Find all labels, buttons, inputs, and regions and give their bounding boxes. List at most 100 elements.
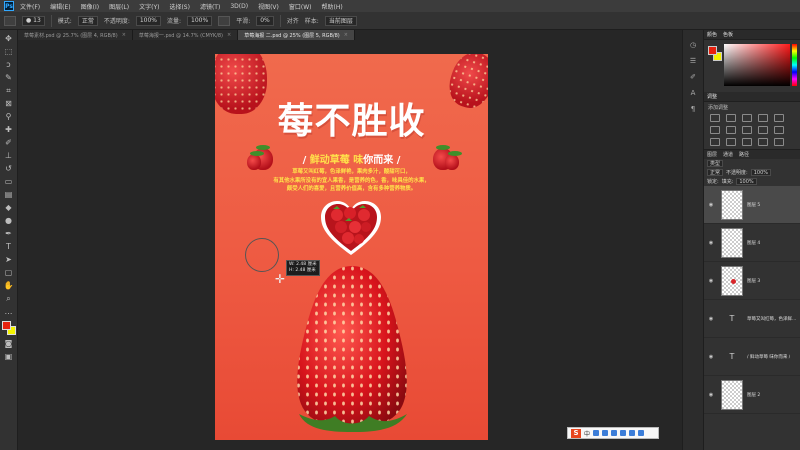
brush-tool-icon[interactable]: ✐	[4, 138, 14, 148]
mode-select[interactable]: 正常	[77, 15, 98, 26]
menu-select[interactable]: 选择(S)	[169, 2, 190, 11]
tab-document-3[interactable]: 草莓海报 二.psd @ 25% (图层 5, RGB/8) ×	[238, 30, 355, 40]
layer-opacity-input[interactable]: 100%	[750, 169, 771, 176]
visibility-eye-icon[interactable]: ◉	[707, 354, 715, 360]
layer-name[interactable]: 图层 4	[747, 240, 760, 246]
menu-filter[interactable]: 滤镜(T)	[200, 2, 220, 11]
menu-3d[interactable]: 3D(D)	[230, 3, 248, 10]
panel-foreground-swatch[interactable]	[708, 46, 717, 55]
flow-input[interactable]: 100%	[187, 15, 213, 26]
color-swatches[interactable]	[1, 321, 16, 335]
smoothing-input[interactable]: 0%	[256, 15, 274, 26]
paragraph-panel-icon[interactable]: ¶	[688, 104, 698, 114]
type-tool-icon[interactable]: T	[4, 242, 14, 252]
close-icon[interactable]: ×	[122, 32, 126, 38]
posterize-icon[interactable]	[726, 138, 736, 146]
healing-brush-tool-icon[interactable]: ✚	[4, 125, 14, 135]
ime-toolbar[interactable]: S 中	[567, 427, 659, 439]
color-balance-icon[interactable]	[726, 126, 736, 134]
layer-name[interactable]: / 鲜动草莓 味你而来 /	[747, 354, 790, 360]
menu-help[interactable]: 帮助(H)	[322, 2, 343, 11]
tab-adjustments[interactable]: 调整	[707, 93, 717, 100]
character-panel-icon[interactable]: A	[688, 88, 698, 98]
hand-tool-icon[interactable]: ✋	[4, 281, 14, 291]
layer-row[interactable]: ◉ 图层 5	[704, 186, 800, 224]
tab-channels[interactable]: 通道	[723, 151, 733, 158]
airbrush-icon[interactable]	[218, 15, 231, 26]
hue-slider[interactable]	[792, 44, 797, 86]
layer-row[interactable]: ◉ 图层 3	[704, 262, 800, 300]
pen-tool-icon[interactable]: ✒	[4, 229, 14, 239]
layer-name[interactable]: 图层 5	[747, 202, 760, 208]
close-icon[interactable]: ×	[227, 32, 231, 38]
brush-panel-icon[interactable]: ✐	[688, 72, 698, 82]
path-select-tool-icon[interactable]: ➤	[4, 255, 14, 265]
sogou-logo-icon[interactable]: S	[571, 428, 581, 438]
dodge-tool-icon[interactable]: ●	[4, 216, 14, 226]
eraser-tool-icon[interactable]: ▭	[4, 177, 14, 187]
emoji-icon[interactable]	[602, 430, 609, 436]
zoom-tool-icon[interactable]: ⌕	[4, 294, 14, 304]
tab-document-1[interactable]: 草莓素材.psd @ 25.7% (图层 4, RGB/8) ×	[18, 30, 133, 40]
photo-filter-icon[interactable]	[758, 126, 768, 134]
tab-document-2[interactable]: 草莓海报一.psd @ 14.7% (CMYK/8) ×	[132, 30, 239, 40]
screen-mode-icon[interactable]: ▣	[4, 352, 14, 362]
tab-color[interactable]: 颜色	[707, 31, 717, 38]
toolbox-icon[interactable]	[638, 430, 645, 436]
foreground-color-swatch[interactable]	[1, 321, 11, 330]
color-picker[interactable]	[704, 40, 800, 92]
aligned-checkbox[interactable]: 对齐	[287, 16, 299, 25]
selective-color-icon[interactable]	[774, 138, 784, 146]
quick-mask-icon[interactable]: ◙	[4, 339, 14, 349]
layer-name[interactable]: 图层 2	[747, 392, 760, 398]
levels-icon[interactable]	[726, 114, 736, 122]
visibility-eye-icon[interactable]: ◉	[707, 278, 715, 284]
more-tools-icon[interactable]: …	[4, 307, 14, 317]
close-icon[interactable]: ×	[344, 32, 348, 38]
history-panel-icon[interactable]: ◷	[688, 40, 698, 50]
shape-tool-icon[interactable]: ▢	[4, 268, 14, 278]
canvas-area[interactable]: 莓不胜收 / 鲜动草莓 味你而来 / 草莓又叫红莓，色泽鲜艳，果肉多汁，酸甜可口…	[18, 40, 682, 450]
saturation-brightness-field[interactable]	[724, 44, 790, 86]
gradient-map-icon[interactable]	[758, 138, 768, 146]
menu-layer[interactable]: 图层(L)	[109, 2, 129, 11]
menu-type[interactable]: 文字(Y)	[139, 2, 159, 11]
menu-image[interactable]: 图像(I)	[81, 2, 99, 11]
hue-saturation-icon[interactable]	[710, 126, 720, 134]
tab-swatches[interactable]: 色板	[723, 31, 733, 38]
layer-row[interactable]: ◉ 图层 4	[704, 224, 800, 262]
menu-view[interactable]: 视图(V)	[258, 2, 279, 11]
menu-file[interactable]: 文件(F)	[20, 2, 40, 11]
sample-select[interactable]: 当前图层	[324, 15, 357, 26]
blur-tool-icon[interactable]: ◆	[4, 203, 14, 213]
keyboard-icon[interactable]	[620, 430, 627, 436]
menu-edit[interactable]: 编辑(E)	[50, 2, 70, 11]
exposure-icon[interactable]	[758, 114, 768, 122]
curves-icon[interactable]	[742, 114, 752, 122]
menu-window[interactable]: 窗口(W)	[289, 2, 312, 11]
layer-name[interactable]: 草莓又叫红莓，色泽鲜...	[747, 316, 796, 322]
invert-icon[interactable]	[710, 138, 720, 146]
threshold-icon[interactable]	[742, 138, 752, 146]
lasso-tool-icon[interactable]: ↄ	[4, 60, 14, 70]
crop-tool-icon[interactable]: ⌗	[4, 86, 14, 96]
blend-mode-select[interactable]: 正常	[707, 169, 724, 176]
skin-icon[interactable]	[629, 430, 636, 436]
tab-layers[interactable]: 图层	[707, 151, 717, 158]
punctuation-icon[interactable]	[593, 430, 600, 436]
frame-tool-icon[interactable]: ⊠	[4, 99, 14, 109]
gradient-tool-icon[interactable]: ▤	[4, 190, 14, 200]
vibrance-icon[interactable]	[774, 114, 784, 122]
properties-panel-icon[interactable]: ☰	[688, 56, 698, 66]
layer-row[interactable]: ◉ 图层 2	[704, 376, 800, 414]
tab-paths[interactable]: 路径	[739, 151, 749, 158]
move-tool-icon[interactable]: ✥	[4, 34, 14, 44]
visibility-eye-icon[interactable]: ◉	[707, 316, 715, 322]
brush-size-picker[interactable]: ● 13	[22, 15, 45, 26]
layer-row[interactable]: ◉ T / 鲜动草莓 味你而来 /	[704, 338, 800, 376]
layer-fill-input[interactable]: 100%	[736, 178, 757, 185]
visibility-eye-icon[interactable]: ◉	[707, 392, 715, 398]
visibility-eye-icon[interactable]: ◉	[707, 240, 715, 246]
clone-stamp-tool-icon[interactable]: ⊥	[4, 151, 14, 161]
quick-select-tool-icon[interactable]: ✎	[4, 73, 14, 83]
